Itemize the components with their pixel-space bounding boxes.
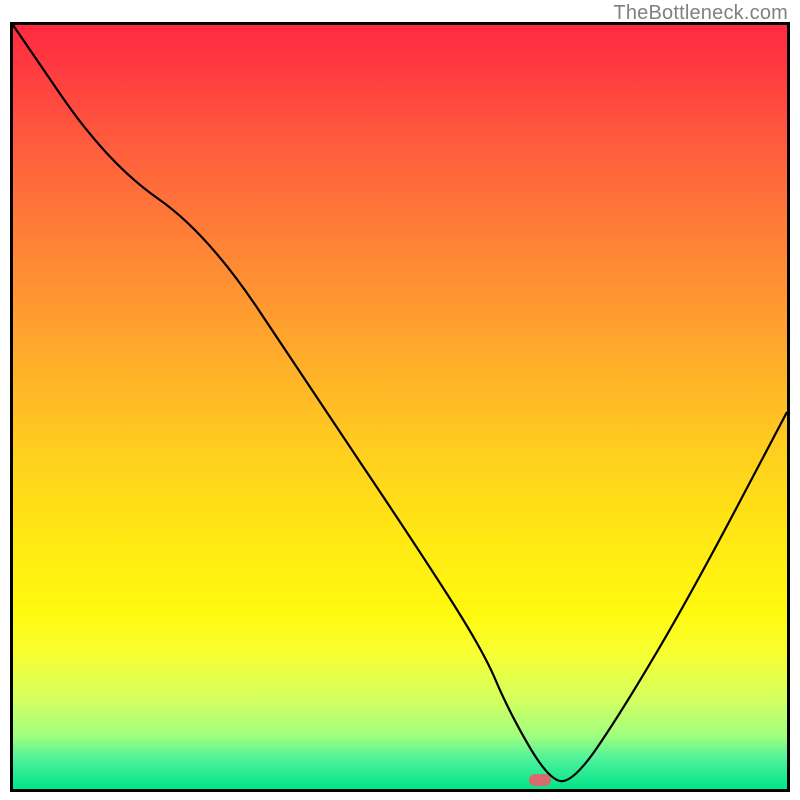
plot-area <box>10 22 790 792</box>
optimum-marker <box>529 774 551 786</box>
chart-frame: TheBottleneck.com <box>0 0 800 800</box>
bottleneck-curve <box>13 25 787 781</box>
curve-svg <box>13 25 787 789</box>
